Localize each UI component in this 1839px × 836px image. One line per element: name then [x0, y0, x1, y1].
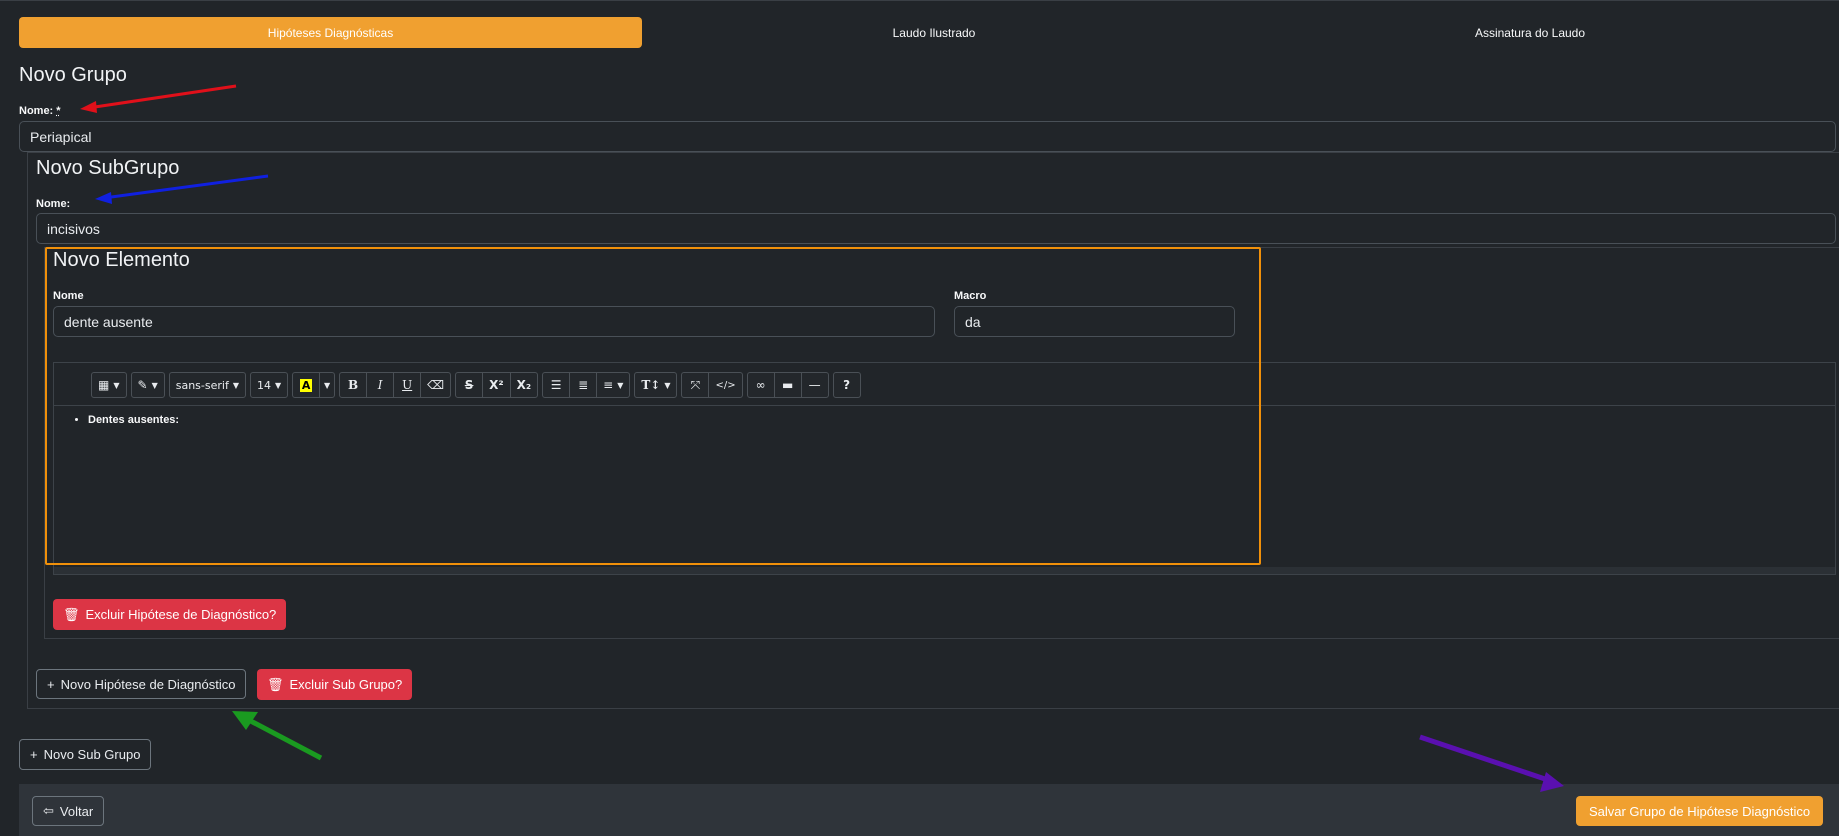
green-arrow — [232, 711, 323, 761]
red-arrow — [80, 84, 237, 113]
purple-arrow — [1419, 734, 1564, 792]
blue-arrow — [95, 174, 269, 204]
annotation-arrows — [80, 84, 1564, 792]
